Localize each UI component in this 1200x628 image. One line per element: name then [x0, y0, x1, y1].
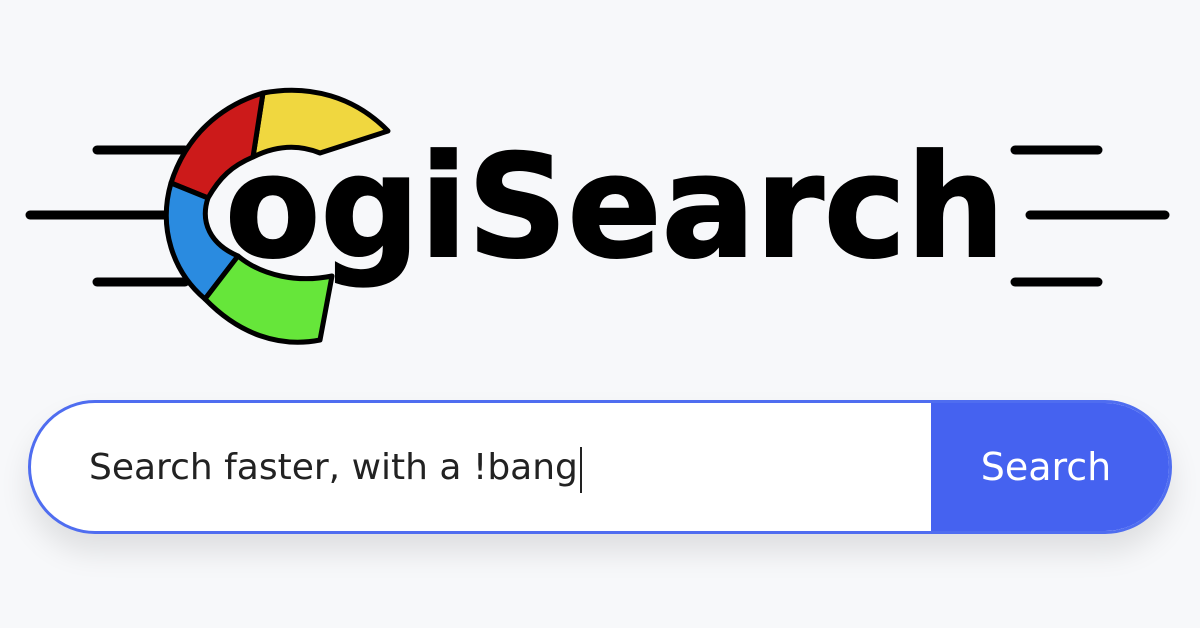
search-bar: Search [28, 400, 1172, 534]
site-logo: ogiSearch [25, 87, 1170, 345]
text-caret [580, 447, 582, 493]
search-button[interactable]: Search [931, 403, 1169, 531]
speed-lines-left-icon [25, 145, 190, 287]
speed-lines-right-icon [1010, 145, 1170, 287]
search-input[interactable] [31, 403, 937, 531]
logo-wordmark: ogiSearch [225, 125, 1005, 290]
